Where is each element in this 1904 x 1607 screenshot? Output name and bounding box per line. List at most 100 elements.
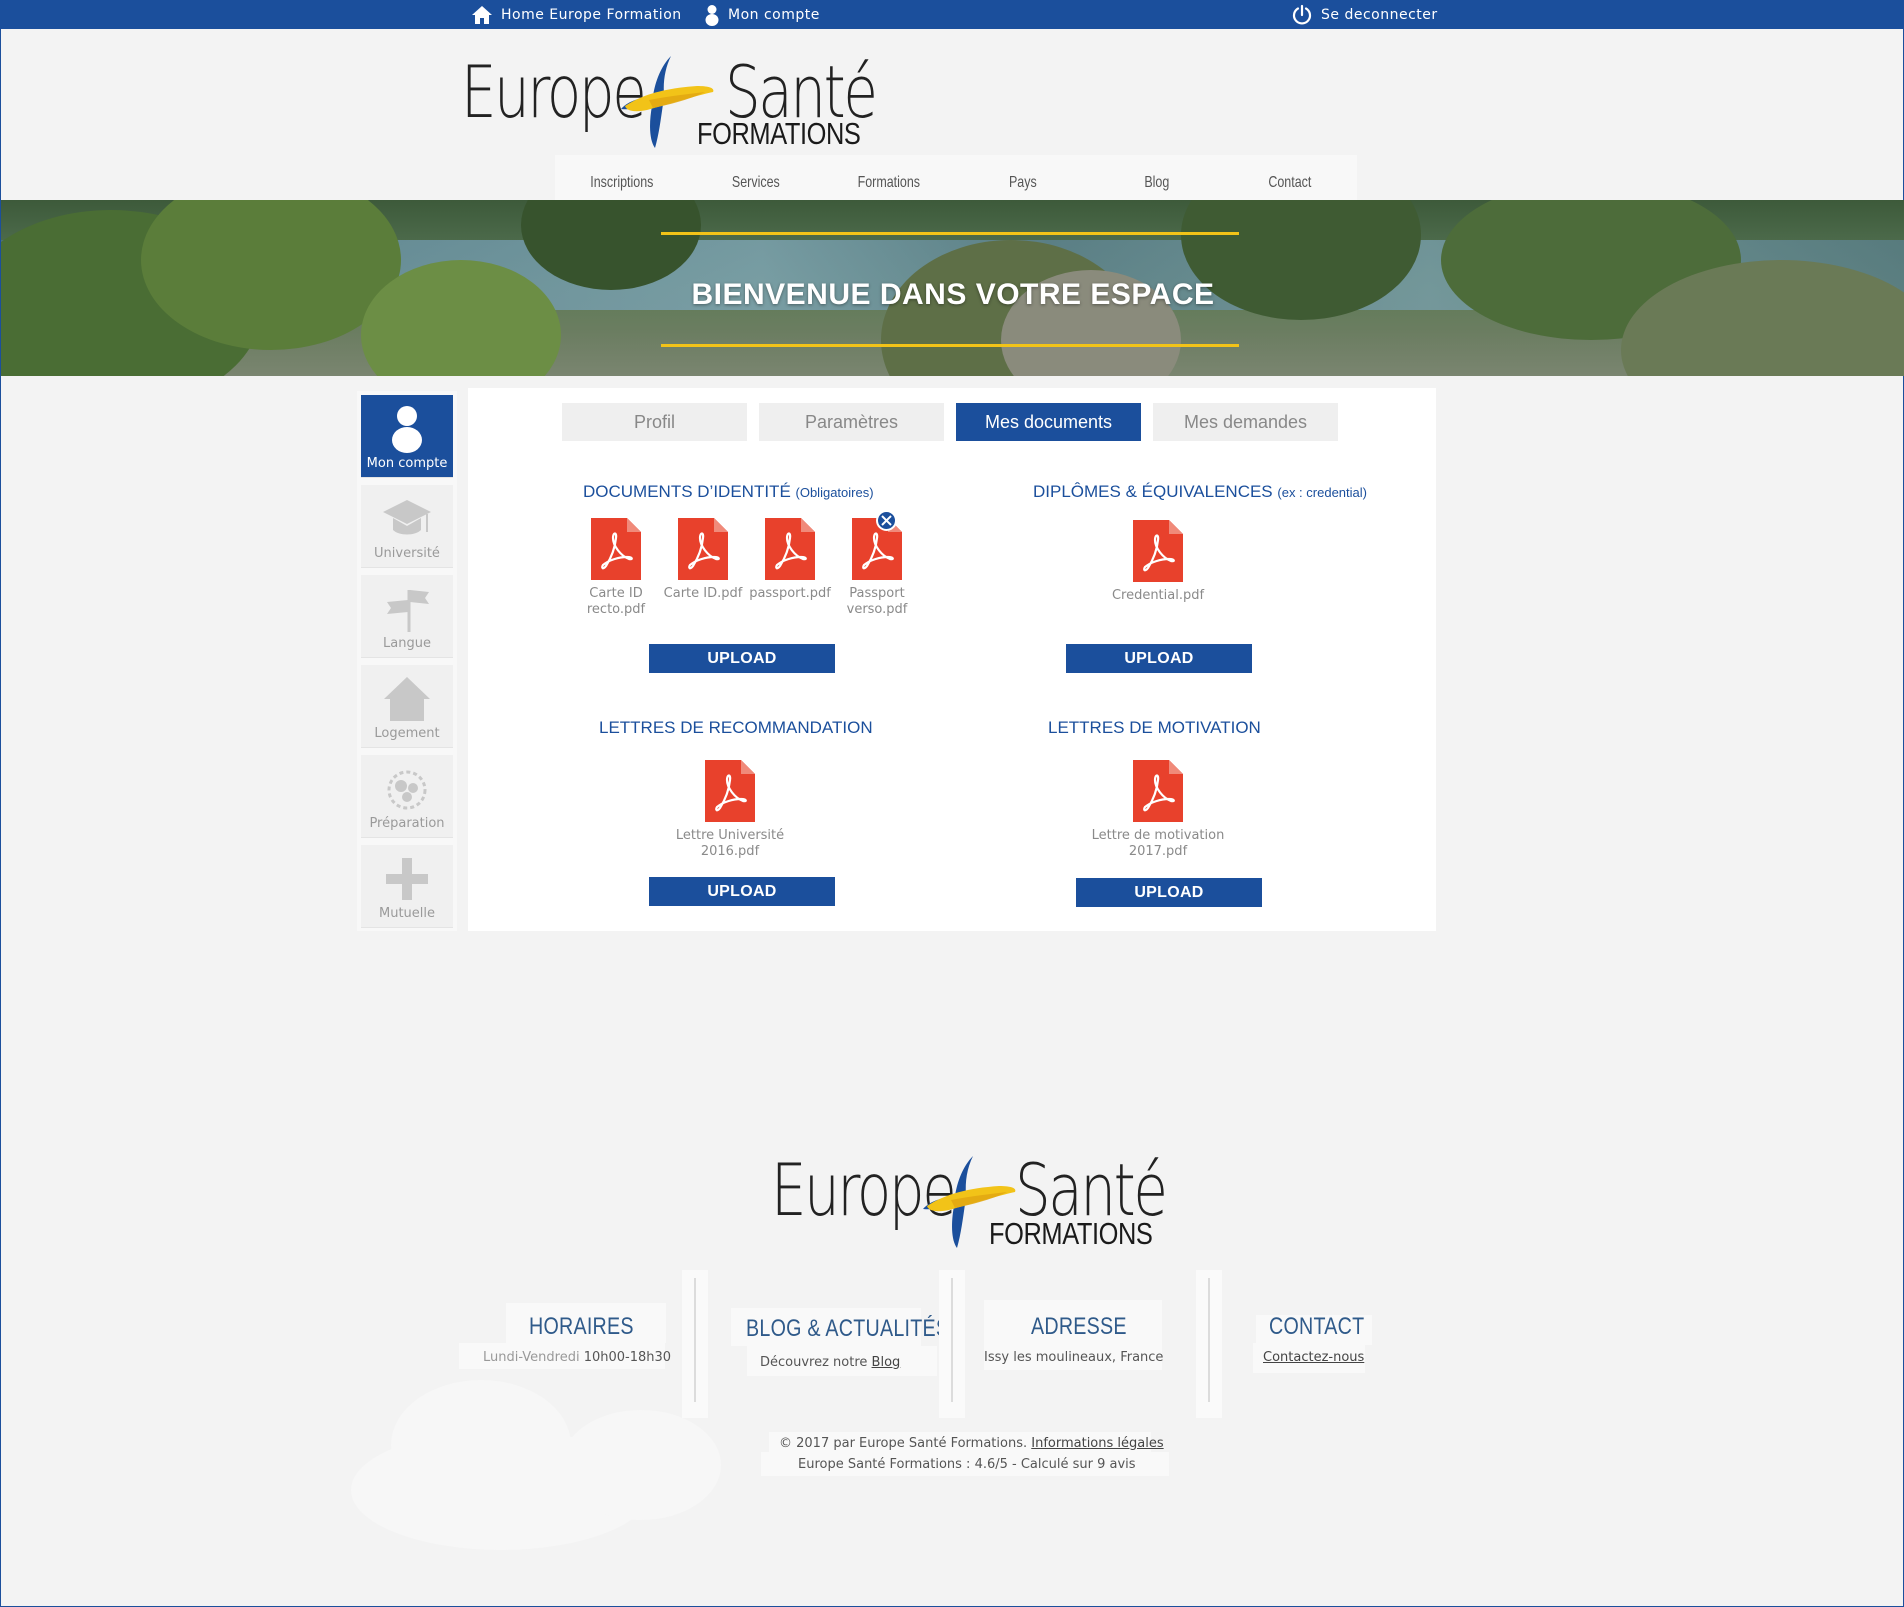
footer-divider	[939, 1270, 965, 1418]
nav-blog[interactable]: Blog	[1104, 155, 1208, 200]
power-icon	[1292, 4, 1312, 25]
nav-contact[interactable]: Contact	[1238, 155, 1342, 200]
home-link[interactable]: Home Europe Formation	[471, 0, 682, 29]
document-filename: Lettre Université 2016.pdf	[675, 828, 785, 859]
document-filename: Credential.pdf	[1111, 588, 1205, 603]
footer-heading-contact: CONTACT	[1269, 1313, 1365, 1340]
footer-logo[interactable]: Europe Santé FORMATIONS	[771, 1148, 1171, 1253]
pdf-file-icon	[1133, 760, 1183, 822]
nav-pays[interactable]: Pays	[971, 155, 1075, 200]
document-file[interactable]: Credential.pdf	[1098, 518, 1218, 604]
footer-hours-time: 10h00-18h30	[583, 1350, 672, 1365]
plus-icon	[386, 858, 428, 900]
tab-profil[interactable]: Profil	[562, 403, 747, 441]
document-file[interactable]: Carte ID recto.pdf	[571, 516, 661, 618]
section-title-diplomas: DIPLÔMES & ÉQUIVALENCES (ex : credential…	[1033, 482, 1367, 502]
footer-rating: Europe Santé Formations : 4.6/5 - Calcul…	[798, 1457, 1136, 1472]
pdf-file-icon	[705, 760, 755, 822]
sidebar-item-mutuelle[interactable]: Mutuelle	[361, 845, 453, 928]
footer-heading-blog: BLOG & ACTUALITÉS	[746, 1315, 950, 1342]
document-file[interactable]: Passport verso.pdf	[832, 516, 922, 618]
footer-divider	[1196, 1270, 1222, 1418]
document-file[interactable]: Lettre Université 2016.pdf	[670, 758, 790, 860]
logout-link[interactable]: Se deconnecter	[1291, 0, 1438, 29]
documents-panel: Profil Paramètres Mes documents Mes dema…	[468, 388, 1436, 931]
sidebar-item-label: Mutuelle	[378, 906, 435, 921]
document-file[interactable]: passport.pdf	[745, 516, 835, 602]
tab-mes-documents[interactable]: Mes documents	[956, 403, 1141, 441]
document-file[interactable]: Carte ID.pdf	[658, 516, 748, 602]
section-title-text: DOCUMENTS D’IDENTITÉ	[583, 482, 791, 501]
footer-legal-link[interactable]: Informations légales	[1031, 1436, 1163, 1451]
footer-cloud	[391, 1380, 571, 1510]
footer-divider	[682, 1270, 708, 1418]
sidebar-item-mon-compte[interactable]: Mon compte	[361, 395, 453, 478]
sidebar-item-label: Logement	[374, 726, 440, 741]
hero-banner: BIENVENUE DANS VOTRE ESPACE	[1, 200, 1904, 376]
nav-services[interactable]: Services	[703, 155, 807, 200]
footer-copyright: © 2017 par Europe Santé Formations. Info…	[779, 1436, 1164, 1451]
footer-hours-days: Lundi-Vendredi	[483, 1350, 580, 1365]
account-link-label: Mon compte	[728, 6, 820, 23]
footer-contact-link[interactable]: Contactez-nous	[1263, 1350, 1364, 1365]
flags-icon	[387, 590, 429, 632]
user-icon	[705, 4, 719, 26]
sidebar-item-label: Mon compte	[366, 456, 448, 471]
footer-blog-text: Découvrez notre Blog	[760, 1355, 900, 1370]
footer-hours-text: Lundi-Vendredi 10h00-18h30	[483, 1350, 671, 1365]
footer-cloud	[561, 1410, 721, 1520]
section-title-text: LETTRES DE MOTIVATION	[1048, 718, 1261, 737]
section-title-identity: DOCUMENTS D’IDENTITÉ (Obligatoires)	[583, 482, 874, 502]
upload-identity-button[interactable]: UPLOAD	[649, 644, 835, 673]
document-file[interactable]: Lettre de motivation 2017.pdf	[1083, 758, 1233, 860]
section-title-note: (ex : credential)	[1277, 485, 1367, 500]
section-title-motivation: LETTRES DE MOTIVATION	[1048, 718, 1261, 738]
hero-line-top	[661, 232, 1239, 235]
account-link[interactable]: Mon compte	[704, 0, 820, 29]
site-logo[interactable]: Europe Santé FORMATIONS	[461, 50, 878, 155]
footer-heading-address: ADRESSE	[1031, 1313, 1127, 1340]
house-icon	[384, 677, 430, 721]
top-bar: Home Europe Formation Mon compte Se deco…	[1, 0, 1904, 29]
upload-recommendation-button[interactable]: UPLOAD	[649, 877, 835, 906]
gears-icon	[387, 770, 427, 810]
pdf-file-icon	[591, 518, 641, 580]
remove-document-button[interactable]	[876, 510, 897, 531]
hero-line-bottom	[661, 344, 1239, 347]
tab-mes-demandes[interactable]: Mes demandes	[1153, 403, 1338, 441]
document-filename: Carte ID recto.pdf	[586, 586, 646, 617]
sidebar-item-langue[interactable]: Langue	[361, 575, 453, 658]
home-link-label: Home Europe Formation	[501, 6, 682, 23]
hero-title: BIENVENUE DANS VOTRE ESPACE	[691, 278, 1215, 311]
footer-blog-link[interactable]: Blog	[872, 1355, 901, 1370]
footer-contact-text: Contactez-nous	[1263, 1350, 1364, 1365]
sidebar-item-universite[interactable]: Université	[361, 485, 453, 568]
upload-diplomas-button[interactable]: UPLOAD	[1066, 644, 1252, 673]
section-title-note: (Obligatoires)	[795, 485, 874, 500]
logo-word-europe: Europe	[461, 50, 647, 134]
sidebar-item-preparation[interactable]: Préparation	[361, 755, 453, 838]
main-nav: Inscriptions Services Formations Pays Bl…	[555, 155, 1357, 200]
tab-parametres[interactable]: Paramètres	[759, 403, 944, 441]
footer-heading-hours: HORAIRES	[529, 1313, 634, 1340]
graduation-cap-icon	[383, 500, 431, 535]
sidebar-item-label: Préparation	[369, 816, 445, 831]
sidebar-item-label: Langue	[383, 636, 431, 651]
footer-copyright-text: © 2017 par Europe Santé Formations.	[779, 1436, 1028, 1451]
logo-word-formations: FORMATIONS	[989, 1216, 1153, 1251]
close-icon	[881, 515, 892, 526]
pdf-file-icon	[678, 518, 728, 580]
document-filename: Passport verso.pdf	[846, 586, 908, 617]
pdf-file-icon	[765, 518, 815, 580]
nav-inscriptions[interactable]: Inscriptions	[570, 155, 674, 200]
nav-formations[interactable]: Formations	[837, 155, 941, 200]
document-filename: Lettre de motivation 2017.pdf	[1091, 828, 1225, 859]
document-filename: passport.pdf	[749, 586, 831, 601]
logo-word-formations: FORMATIONS	[697, 116, 861, 151]
account-sidebar: Mon compte Université Langue Logement Pr…	[357, 391, 457, 931]
section-title-text: LETTRES DE RECOMMANDATION	[599, 718, 873, 737]
sidebar-item-logement[interactable]: Logement	[361, 665, 453, 748]
upload-motivation-button[interactable]: UPLOAD	[1076, 878, 1262, 907]
section-title-recommendation: LETTRES DE RECOMMANDATION	[599, 718, 873, 738]
footer-address-text: Issy les moulineaux, France	[984, 1350, 1164, 1365]
